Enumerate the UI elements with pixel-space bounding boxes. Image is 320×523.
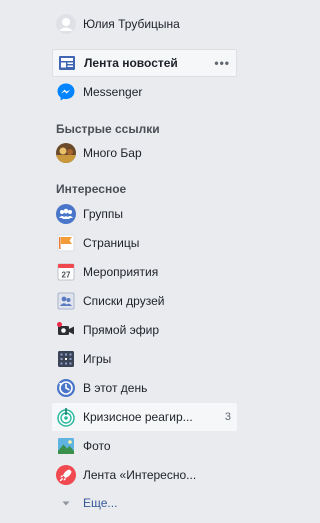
- crisis-response-icon: [56, 407, 76, 427]
- calendar-icon: 27: [56, 262, 76, 282]
- see-more-label: Еще...: [83, 496, 118, 510]
- profile-name: Юлия Трубицына: [83, 17, 180, 31]
- sidebar-item-label: Списки друзей: [83, 294, 165, 308]
- sidebar-item-news-feed[interactable]: Лента новостей •••: [52, 49, 237, 77]
- sidebar-item-label: Страницы: [83, 236, 140, 250]
- chevron-down-icon: [56, 493, 76, 513]
- groups-icon: [56, 204, 76, 224]
- section-title-explore: Интересное: [56, 182, 127, 196]
- live-video-camera-icon: [56, 320, 76, 340]
- group-avatar: [56, 143, 76, 163]
- sidebar-item-messenger[interactable]: Messenger: [52, 78, 237, 106]
- pages-flag-icon: [56, 233, 76, 253]
- notification-count: 3: [224, 411, 231, 423]
- games-icon: [56, 349, 76, 369]
- shortcut-item-mnogo-bar[interactable]: Много Бар: [52, 139, 237, 167]
- avatar: [56, 14, 76, 34]
- messenger-icon: [56, 82, 76, 102]
- sidebar-item-label: Кризисное реагир...: [83, 410, 193, 424]
- sidebar-item-on-this-day[interactable]: В этот день: [52, 374, 237, 402]
- friend-list-icon: [56, 291, 76, 311]
- left-nav: Юлия Трубицына Лента новостей ••• Messen…: [0, 0, 249, 523]
- profile-link[interactable]: Юлия Трубицына: [52, 10, 237, 38]
- sidebar-item-label: Лента новостей: [84, 56, 178, 70]
- sidebar-item-label: Игры: [83, 352, 112, 366]
- sidebar-item-label: Много Бар: [83, 146, 142, 160]
- sidebar-item-events[interactable]: 27 Мероприятия: [52, 258, 237, 286]
- sidebar-item-pages[interactable]: Страницы: [52, 229, 237, 257]
- sidebar-item-friend-lists[interactable]: Списки друзей: [52, 287, 237, 315]
- sidebar-item-label: Лента «Интересно...: [83, 468, 197, 482]
- sidebar-item-groups[interactable]: Группы: [52, 200, 237, 228]
- sidebar-item-live-video[interactable]: Прямой эфир: [52, 316, 237, 344]
- sidebar-item-label: Прямой эфир: [83, 323, 159, 337]
- see-more-link[interactable]: Еще...: [52, 489, 237, 517]
- sidebar-item-photos[interactable]: Фото: [52, 432, 237, 460]
- rocket-icon: [56, 465, 76, 485]
- sidebar-item-crisis-response[interactable]: Кризисное реагир... 3: [52, 403, 237, 431]
- news-feed-icon: [57, 53, 77, 73]
- sidebar-item-label: Мероприятия: [83, 265, 159, 279]
- sidebar-item-games[interactable]: Игры: [52, 345, 237, 373]
- calendar-day: 27: [62, 271, 71, 280]
- sidebar-item-label: Messenger: [83, 85, 143, 99]
- sidebar-item-label: Группы: [83, 207, 123, 221]
- on-this-day-icon: [56, 378, 76, 398]
- more-options-icon[interactable]: •••: [214, 56, 230, 70]
- section-title-shortcuts: Быстрые ссылки: [56, 122, 160, 136]
- sidebar-item-label: Фото: [83, 439, 111, 453]
- sidebar-item-label: В этот день: [83, 381, 148, 395]
- sidebar-item-explore-feed[interactable]: Лента «Интересно...: [52, 461, 237, 489]
- photos-icon: [56, 436, 76, 456]
